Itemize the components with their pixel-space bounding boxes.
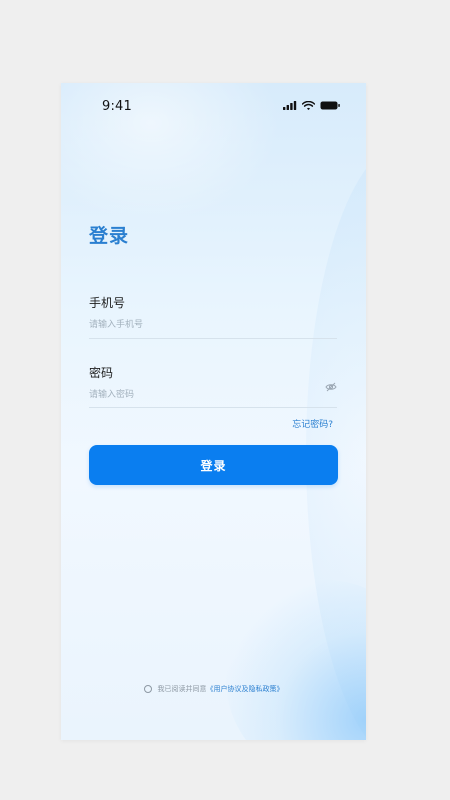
status-bar: 9:41	[61, 97, 366, 117]
agreement-checkbox[interactable]	[143, 685, 152, 693]
phone-input[interactable]	[89, 315, 337, 335]
agreement-row: 我已阅读并同意 《用户协议及隐私政策》	[61, 684, 366, 694]
page-title: 登录	[89, 225, 130, 247]
status-icons	[283, 101, 340, 110]
battery-icon	[320, 101, 340, 110]
phone-label: 手机号	[89, 296, 126, 310]
phone-screen: 9:41 登录 手机号 密码 忘记密码	[61, 83, 366, 740]
background-blob	[226, 580, 366, 740]
signal-icon	[283, 101, 297, 110]
agreement-link[interactable]: 《用户协议及隐私政策》	[207, 684, 284, 694]
password-label: 密码	[89, 366, 114, 380]
eye-off-icon[interactable]	[325, 381, 337, 393]
login-button[interactable]: 登录	[89, 445, 338, 485]
wifi-icon	[302, 101, 315, 110]
status-time: 9:41	[102, 99, 132, 114]
phone-underline	[89, 338, 337, 339]
password-input[interactable]	[89, 385, 319, 405]
password-underline	[89, 407, 337, 408]
forgot-password-link[interactable]: 忘记密码?	[292, 417, 333, 430]
agreement-text: 我已阅读并同意	[157, 685, 207, 693]
